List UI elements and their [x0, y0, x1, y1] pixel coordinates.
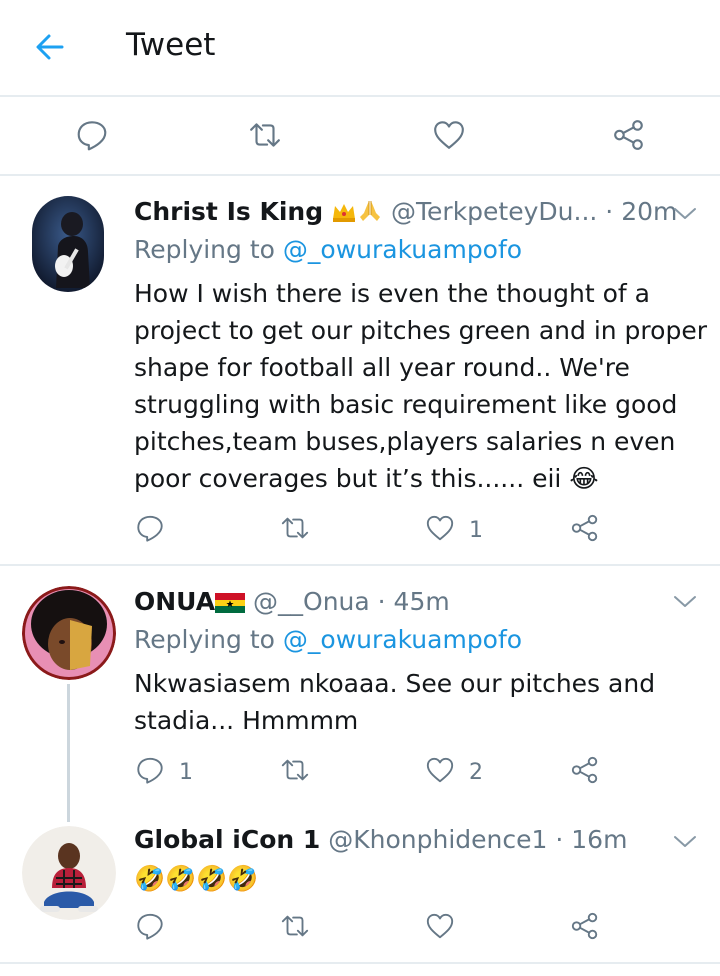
- timestamp[interactable]: · 16m: [555, 825, 627, 854]
- main-tweet-actions: [0, 98, 720, 174]
- reply-tweet: Christ Is King @TerkpeteyDu... · 20m Rep…: [0, 176, 720, 564]
- tweet-header: Global iCon 1 @Khonphidence1 · 16m: [134, 824, 627, 856]
- timestamp[interactable]: · 45m: [378, 587, 450, 616]
- tweet-text: How I wish there is even the thought of …: [134, 279, 707, 493]
- chevron-down-icon[interactable]: [672, 206, 698, 222]
- praying-hands-icon: [357, 199, 383, 231]
- timestamp[interactable]: · 20m: [605, 197, 677, 226]
- share-button[interactable]: [570, 752, 600, 792]
- back-arrow-icon[interactable]: [34, 31, 66, 63]
- like-button[interactable]: [425, 908, 469, 948]
- share-button[interactable]: [570, 908, 600, 948]
- handle[interactable]: @__Onua: [253, 587, 370, 616]
- retweet-icon[interactable]: [245, 115, 285, 155]
- tweet-actions: 1 2: [0, 752, 720, 792]
- retweet-button[interactable]: [280, 908, 310, 948]
- like-button[interactable]: 1: [425, 510, 483, 550]
- replying-to-label: Replying to: [134, 625, 275, 654]
- reply-button[interactable]: 1: [135, 752, 193, 792]
- share-icon[interactable]: [609, 115, 649, 155]
- reply-count: 1: [179, 759, 193, 785]
- app-header: Tweet: [0, 0, 720, 96]
- heart-icon: [425, 513, 455, 547]
- ghana-flag-icon: [215, 589, 246, 621]
- retweet-button[interactable]: [280, 752, 310, 792]
- replying-to-link[interactable]: @_owurakuampofo: [283, 625, 522, 654]
- display-name[interactable]: Global iCon 1: [134, 825, 320, 854]
- reply-tweet: ONUA @__Onua · 45m Replying to @_owuraku…: [0, 566, 720, 806]
- handle[interactable]: @Khonphidence1: [328, 825, 547, 854]
- reply-icon[interactable]: [72, 115, 112, 155]
- avatar[interactable]: [22, 826, 116, 920]
- retweet-button[interactable]: [280, 510, 310, 550]
- heart-icon: [425, 755, 455, 789]
- tweet-text: 🤣🤣🤣🤣: [134, 864, 259, 893]
- like-button[interactable]: 2: [425, 752, 483, 792]
- tweet-divider: [0, 962, 720, 964]
- tweet-header: Christ Is King @TerkpeteyDu... · 20m: [134, 196, 677, 231]
- share-icon: [570, 513, 600, 547]
- replying-to-link[interactable]: @_owurakuampofo: [283, 235, 522, 264]
- reply-tweet: Global iCon 1 @Khonphidence1 · 16m 🤣🤣🤣🤣: [0, 806, 720, 976]
- like-count: 2: [469, 759, 483, 785]
- share-icon: [570, 755, 600, 789]
- reply-icon: [135, 755, 165, 789]
- avatar[interactable]: [22, 586, 116, 680]
- replying-to-label: Replying to: [134, 235, 275, 264]
- like-icon[interactable]: [429, 115, 469, 155]
- avatar[interactable]: [32, 196, 104, 292]
- retweet-icon: [280, 755, 310, 789]
- tweet-text: Nkwasiasem nkoaaa. See our pitches and s…: [134, 669, 656, 735]
- tweet-actions: 1: [0, 510, 720, 550]
- share-icon: [570, 911, 600, 945]
- retweet-icon: [280, 911, 310, 945]
- reply-icon: [135, 911, 165, 945]
- reply-button[interactable]: [135, 908, 179, 948]
- display-name[interactable]: ONUA: [134, 587, 215, 616]
- chevron-down-icon[interactable]: [672, 594, 698, 610]
- tweet-header: ONUA @__Onua · 45m: [134, 586, 450, 621]
- replying-to-line: Replying to @_owurakuampofo: [134, 234, 522, 266]
- chevron-down-icon[interactable]: [672, 834, 698, 850]
- share-button[interactable]: [570, 510, 600, 550]
- handle[interactable]: @TerkpeteyDu...: [391, 197, 597, 226]
- header-divider: [0, 95, 720, 97]
- heart-icon: [425, 911, 455, 945]
- display-name[interactable]: Christ Is King: [134, 197, 323, 226]
- page-title: Tweet: [126, 27, 216, 63]
- crown-icon: [331, 199, 357, 231]
- reply-icon: [135, 513, 165, 547]
- like-count: 1: [469, 517, 483, 543]
- tweet-actions: [0, 908, 720, 948]
- retweet-icon: [280, 513, 310, 547]
- reply-button[interactable]: [135, 510, 179, 550]
- replying-to-line: Replying to @_owurakuampofo: [134, 624, 522, 656]
